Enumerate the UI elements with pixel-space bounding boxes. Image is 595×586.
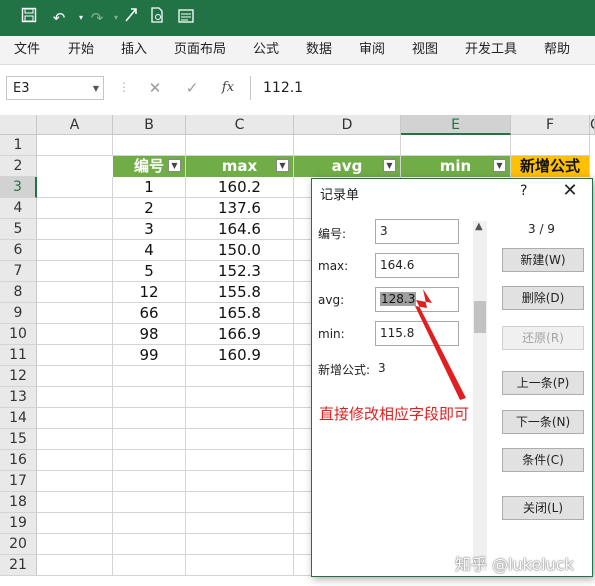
annotation-text: 直接修改相应字段即可	[319, 405, 470, 423]
watermark: 知乎 @lukeluck	[455, 555, 574, 574]
annotation-arrow	[415, 289, 466, 400]
